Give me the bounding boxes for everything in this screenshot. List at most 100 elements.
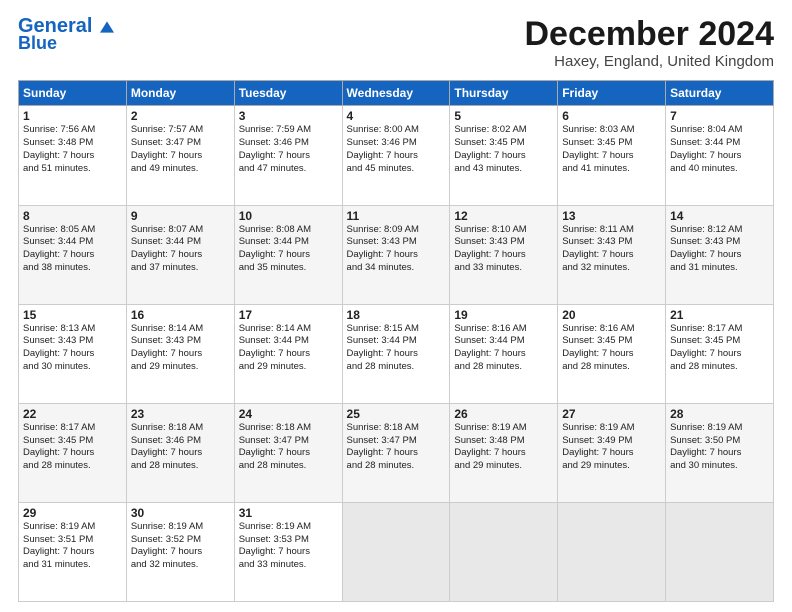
table-row [666,502,774,601]
day-number: 12 [454,209,553,223]
day-number: 2 [131,109,230,123]
day-info: Sunrise: 8:03 AM Sunset: 3:45 PM Dayligh… [562,124,661,175]
table-row: 27Sunrise: 8:19 AM Sunset: 3:49 PM Dayli… [558,403,666,502]
day-number: 10 [239,209,338,223]
table-row [450,502,558,601]
table-row: 26Sunrise: 8:19 AM Sunset: 3:48 PM Dayli… [450,403,558,502]
logo: General Blue [18,16,114,52]
day-number: 21 [670,308,769,322]
calendar-table: Sunday Monday Tuesday Wednesday Thursday… [18,80,774,602]
col-monday: Monday [126,81,234,106]
table-row: 19Sunrise: 8:16 AM Sunset: 3:44 PM Dayli… [450,304,558,403]
table-row: 31Sunrise: 8:19 AM Sunset: 3:53 PM Dayli… [234,502,342,601]
table-row: 24Sunrise: 8:18 AM Sunset: 3:47 PM Dayli… [234,403,342,502]
day-number: 11 [347,209,446,223]
day-info: Sunrise: 8:02 AM Sunset: 3:45 PM Dayligh… [454,124,553,175]
day-number: 1 [23,109,122,123]
calendar-header-row: Sunday Monday Tuesday Wednesday Thursday… [19,81,774,106]
table-row: 20Sunrise: 8:16 AM Sunset: 3:45 PM Dayli… [558,304,666,403]
table-row: 18Sunrise: 8:15 AM Sunset: 3:44 PM Dayli… [342,304,450,403]
day-number: 20 [562,308,661,322]
day-number: 27 [562,407,661,421]
table-row: 28Sunrise: 8:19 AM Sunset: 3:50 PM Dayli… [666,403,774,502]
calendar-week-row: 8Sunrise: 8:05 AM Sunset: 3:44 PM Daylig… [19,205,774,304]
table-row [342,502,450,601]
table-row: 1Sunrise: 7:56 AM Sunset: 3:48 PM Daylig… [19,106,127,205]
calendar-week-row: 15Sunrise: 8:13 AM Sunset: 3:43 PM Dayli… [19,304,774,403]
table-row: 3Sunrise: 7:59 AM Sunset: 3:46 PM Daylig… [234,106,342,205]
day-info: Sunrise: 8:09 AM Sunset: 3:43 PM Dayligh… [347,224,446,275]
day-info: Sunrise: 8:04 AM Sunset: 3:44 PM Dayligh… [670,124,769,175]
col-sunday: Sunday [19,81,127,106]
day-info: Sunrise: 8:12 AM Sunset: 3:43 PM Dayligh… [670,224,769,275]
table-row: 22Sunrise: 8:17 AM Sunset: 3:45 PM Dayli… [19,403,127,502]
day-number: 7 [670,109,769,123]
day-number: 13 [562,209,661,223]
day-info: Sunrise: 8:18 AM Sunset: 3:47 PM Dayligh… [239,422,338,473]
day-number: 26 [454,407,553,421]
day-info: Sunrise: 7:56 AM Sunset: 3:48 PM Dayligh… [23,124,122,175]
day-number: 4 [347,109,446,123]
table-row: 5Sunrise: 8:02 AM Sunset: 3:45 PM Daylig… [450,106,558,205]
day-number: 5 [454,109,553,123]
day-info: Sunrise: 8:19 AM Sunset: 3:51 PM Dayligh… [23,521,122,572]
table-row: 21Sunrise: 8:17 AM Sunset: 3:45 PM Dayli… [666,304,774,403]
day-number: 8 [23,209,122,223]
day-info: Sunrise: 8:13 AM Sunset: 3:43 PM Dayligh… [23,323,122,374]
col-friday: Friday [558,81,666,106]
day-info: Sunrise: 8:11 AM Sunset: 3:43 PM Dayligh… [562,224,661,275]
table-row: 14Sunrise: 8:12 AM Sunset: 3:43 PM Dayli… [666,205,774,304]
calendar-week-row: 1Sunrise: 7:56 AM Sunset: 3:48 PM Daylig… [19,106,774,205]
day-number: 9 [131,209,230,223]
day-number: 31 [239,506,338,520]
table-row: 25Sunrise: 8:18 AM Sunset: 3:47 PM Dayli… [342,403,450,502]
day-number: 23 [131,407,230,421]
day-number: 15 [23,308,122,322]
col-wednesday: Wednesday [342,81,450,106]
day-info: Sunrise: 8:19 AM Sunset: 3:50 PM Dayligh… [670,422,769,473]
day-info: Sunrise: 8:19 AM Sunset: 3:52 PM Dayligh… [131,521,230,572]
day-number: 30 [131,506,230,520]
calendar-week-row: 29Sunrise: 8:19 AM Sunset: 3:51 PM Dayli… [19,502,774,601]
table-row: 13Sunrise: 8:11 AM Sunset: 3:43 PM Dayli… [558,205,666,304]
day-number: 16 [131,308,230,322]
day-number: 25 [347,407,446,421]
table-row: 30Sunrise: 8:19 AM Sunset: 3:52 PM Dayli… [126,502,234,601]
day-info: Sunrise: 8:19 AM Sunset: 3:49 PM Dayligh… [562,422,661,473]
calendar-week-row: 22Sunrise: 8:17 AM Sunset: 3:45 PM Dayli… [19,403,774,502]
day-number: 18 [347,308,446,322]
day-number: 24 [239,407,338,421]
day-info: Sunrise: 8:07 AM Sunset: 3:44 PM Dayligh… [131,224,230,275]
table-row: 11Sunrise: 8:09 AM Sunset: 3:43 PM Dayli… [342,205,450,304]
day-info: Sunrise: 8:10 AM Sunset: 3:43 PM Dayligh… [454,224,553,275]
table-row: 12Sunrise: 8:10 AM Sunset: 3:43 PM Dayli… [450,205,558,304]
header: General Blue December 2024 Haxey, Englan… [18,16,774,70]
table-row [558,502,666,601]
day-info: Sunrise: 8:17 AM Sunset: 3:45 PM Dayligh… [23,422,122,473]
day-number: 14 [670,209,769,223]
table-row: 16Sunrise: 8:14 AM Sunset: 3:43 PM Dayli… [126,304,234,403]
table-row: 10Sunrise: 8:08 AM Sunset: 3:44 PM Dayli… [234,205,342,304]
day-number: 3 [239,109,338,123]
day-info: Sunrise: 8:18 AM Sunset: 3:46 PM Dayligh… [131,422,230,473]
table-row: 29Sunrise: 8:19 AM Sunset: 3:51 PM Dayli… [19,502,127,601]
table-row: 7Sunrise: 8:04 AM Sunset: 3:44 PM Daylig… [666,106,774,205]
table-row: 23Sunrise: 8:18 AM Sunset: 3:46 PM Dayli… [126,403,234,502]
table-row: 2Sunrise: 7:57 AM Sunset: 3:47 PM Daylig… [126,106,234,205]
day-info: Sunrise: 8:14 AM Sunset: 3:43 PM Dayligh… [131,323,230,374]
page: General Blue December 2024 Haxey, Englan… [0,0,792,612]
day-number: 6 [562,109,661,123]
day-number: 22 [23,407,122,421]
col-saturday: Saturday [666,81,774,106]
table-row: 6Sunrise: 8:03 AM Sunset: 3:45 PM Daylig… [558,106,666,205]
day-info: Sunrise: 8:18 AM Sunset: 3:47 PM Dayligh… [347,422,446,473]
title-block: December 2024 Haxey, England, United Kin… [524,16,774,70]
day-number: 28 [670,407,769,421]
day-number: 17 [239,308,338,322]
col-tuesday: Tuesday [234,81,342,106]
day-info: Sunrise: 8:08 AM Sunset: 3:44 PM Dayligh… [239,224,338,275]
day-info: Sunrise: 8:19 AM Sunset: 3:48 PM Dayligh… [454,422,553,473]
day-info: Sunrise: 8:17 AM Sunset: 3:45 PM Dayligh… [670,323,769,374]
day-info: Sunrise: 8:15 AM Sunset: 3:44 PM Dayligh… [347,323,446,374]
day-info: Sunrise: 7:57 AM Sunset: 3:47 PM Dayligh… [131,124,230,175]
